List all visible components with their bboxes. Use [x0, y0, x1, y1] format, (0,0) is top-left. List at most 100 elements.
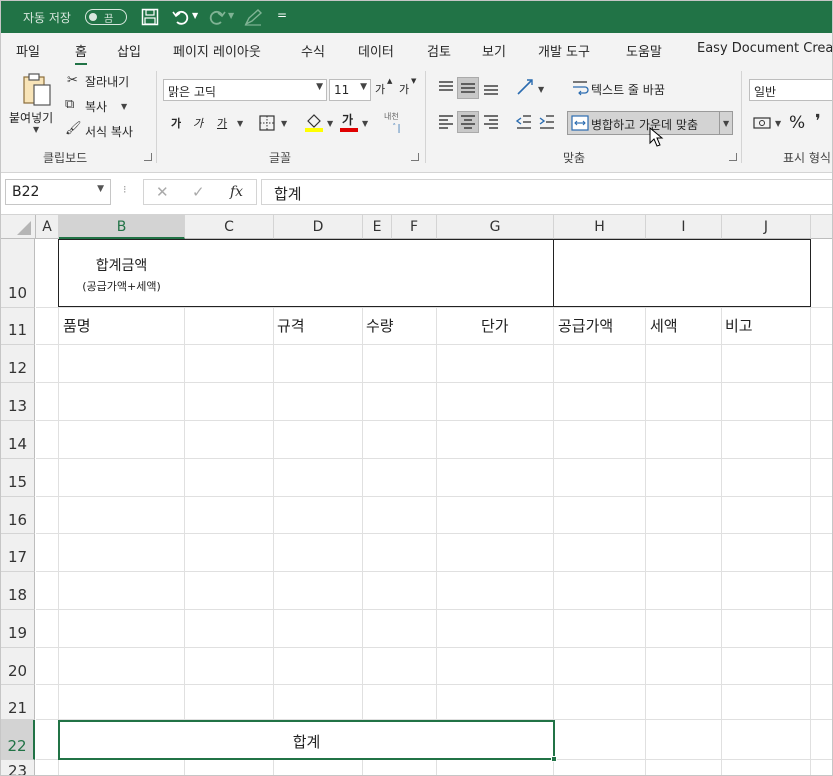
- formula-bar-grip-icon[interactable]: ⁝: [123, 183, 127, 196]
- border-dropdown-icon[interactable]: ▼: [281, 119, 287, 128]
- tab-review[interactable]: 검토: [427, 41, 451, 60]
- number-format-combo[interactable]: 일반: [749, 79, 832, 101]
- cell-b22-selected[interactable]: 합계: [58, 720, 555, 760]
- column-header-j[interactable]: J: [722, 215, 811, 239]
- chevron-down-icon[interactable]: ▼: [360, 82, 367, 92]
- cell-i11[interactable]: 세액: [650, 315, 678, 336]
- row-header-15[interactable]: 15: [1, 459, 35, 497]
- currency-icon[interactable]: [753, 115, 773, 131]
- font-color-button[interactable]: 가: [342, 111, 353, 128]
- font-size-combo[interactable]: 11 ▼: [329, 79, 371, 101]
- row-header-12[interactable]: 12: [1, 345, 35, 383]
- autosave-toggle[interactable]: 끔: [85, 9, 127, 25]
- row-header-14[interactable]: 14: [1, 421, 35, 459]
- orientation-dropdown-icon[interactable]: ▼: [538, 85, 544, 94]
- font-color-dropdown-icon[interactable]: ▼: [362, 119, 368, 128]
- column-header-i[interactable]: I: [646, 215, 722, 239]
- cell-h10-merged[interactable]: [554, 239, 811, 307]
- clipboard-launcher-icon[interactable]: [144, 153, 152, 161]
- bold-button[interactable]: 가: [171, 115, 181, 131]
- cell-g11[interactable]: 단가: [481, 315, 509, 336]
- cell-e11[interactable]: 수량: [366, 315, 394, 336]
- comma-icon[interactable]: ❜: [815, 111, 821, 132]
- column-header-d[interactable]: D: [274, 215, 363, 239]
- column-header-b[interactable]: B: [59, 215, 185, 239]
- cut-icon[interactable]: ✂: [67, 73, 78, 88]
- column-header-g[interactable]: G: [437, 215, 554, 239]
- tab-page-layout[interactable]: 페이지 레이아웃: [173, 41, 261, 60]
- row-header-20[interactable]: 20: [1, 648, 35, 685]
- wrap-text-icon[interactable]: [571, 79, 589, 97]
- tab-help[interactable]: 도움말: [626, 41, 662, 60]
- row-header-11[interactable]: 11: [1, 308, 35, 345]
- italic-button[interactable]: 가: [193, 115, 203, 131]
- increase-indent-icon[interactable]: [538, 113, 556, 131]
- column-header-a[interactable]: A: [36, 215, 59, 239]
- insert-function-icon[interactable]: fx: [230, 184, 243, 200]
- tab-insert[interactable]: 삽입: [117, 41, 141, 60]
- select-all-button[interactable]: [1, 215, 36, 239]
- decrease-indent-icon[interactable]: [515, 113, 533, 131]
- enter-icon[interactable]: ✓: [192, 183, 205, 201]
- tab-data[interactable]: 데이터: [358, 41, 394, 60]
- merge-dropdown-icon[interactable]: ▼: [723, 119, 729, 128]
- border-icon[interactable]: [258, 114, 276, 132]
- column-header-k[interactable]: [811, 215, 832, 239]
- underline-dropdown-icon[interactable]: ▼: [237, 119, 243, 128]
- cell-b11[interactable]: 품명: [63, 315, 91, 336]
- align-center-icon[interactable]: [459, 113, 477, 131]
- tab-formulas[interactable]: 수식: [301, 41, 325, 60]
- align-right-icon[interactable]: [482, 113, 500, 131]
- tab-developer[interactable]: 개발 도구: [538, 41, 590, 60]
- fill-color-dropdown-icon[interactable]: ▼: [327, 119, 333, 128]
- underline-button[interactable]: 가: [217, 115, 227, 131]
- row-header-16[interactable]: 16: [1, 497, 35, 534]
- wrap-text-button[interactable]: 텍스트 줄 바꿈: [591, 81, 665, 98]
- alignment-launcher-icon[interactable]: [729, 153, 737, 161]
- tab-view[interactable]: 보기: [482, 41, 506, 60]
- undo-icon[interactable]: [171, 7, 191, 27]
- row-header-21[interactable]: 21: [1, 685, 35, 720]
- fill-color-icon[interactable]: [304, 111, 324, 133]
- merge-center-icon[interactable]: [571, 115, 589, 131]
- copy-button[interactable]: 복사: [85, 98, 107, 115]
- tab-file[interactable]: 파일: [16, 41, 40, 60]
- row-header-18[interactable]: 18: [1, 572, 35, 610]
- grow-font-button[interactable]: 가: [375, 81, 385, 97]
- row-header-19[interactable]: 19: [1, 610, 35, 648]
- copy-dropdown-icon[interactable]: ▼: [121, 102, 127, 111]
- chevron-down-icon[interactable]: ▼: [316, 82, 323, 92]
- paste-button[interactable]: 붙여넣기: [9, 109, 53, 126]
- shrink-font-button[interactable]: 가: [399, 81, 409, 97]
- column-header-f[interactable]: F: [392, 215, 437, 239]
- formula-input[interactable]: 합계: [261, 179, 832, 205]
- chevron-down-icon[interactable]: ▼: [97, 184, 104, 194]
- orientation-icon[interactable]: [515, 77, 537, 97]
- row-header-13[interactable]: 13: [1, 383, 35, 421]
- align-bottom-icon[interactable]: [482, 79, 500, 97]
- row-header-10[interactable]: 10: [1, 239, 35, 308]
- fill-handle[interactable]: [551, 756, 557, 762]
- row-header-23[interactable]: 23: [1, 760, 35, 775]
- tab-easy-document-creator[interactable]: Easy Document Creator: [697, 41, 832, 56]
- cell-b10-merged[interactable]: 합계금액 (공급가액+세액): [58, 239, 185, 307]
- cell-j11[interactable]: 비고: [725, 315, 753, 336]
- column-header-h[interactable]: H: [554, 215, 646, 239]
- align-top-icon[interactable]: [437, 79, 455, 97]
- qat-customize-icon[interactable]: =: [277, 8, 287, 22]
- column-header-e[interactable]: E: [363, 215, 392, 239]
- format-painter-button[interactable]: 서식 복사: [85, 123, 133, 140]
- tab-home[interactable]: 홈: [75, 41, 87, 66]
- paste-icon[interactable]: [21, 71, 53, 109]
- format-painter-icon[interactable]: 🖌: [65, 121, 82, 136]
- cell-h11[interactable]: 공급가액: [558, 315, 613, 336]
- copy-icon[interactable]: ⧉: [65, 97, 74, 112]
- save-icon[interactable]: [141, 8, 159, 26]
- undo-dropdown-icon[interactable]: ▼: [192, 11, 198, 20]
- currency-dropdown-icon[interactable]: ▼: [775, 119, 781, 128]
- percent-button[interactable]: %: [789, 113, 805, 133]
- row-header-22[interactable]: 22: [1, 720, 35, 760]
- paste-dropdown-icon[interactable]: ▼: [33, 125, 39, 134]
- font-launcher-icon[interactable]: [411, 153, 419, 161]
- name-box[interactable]: B22 ▼: [5, 179, 111, 205]
